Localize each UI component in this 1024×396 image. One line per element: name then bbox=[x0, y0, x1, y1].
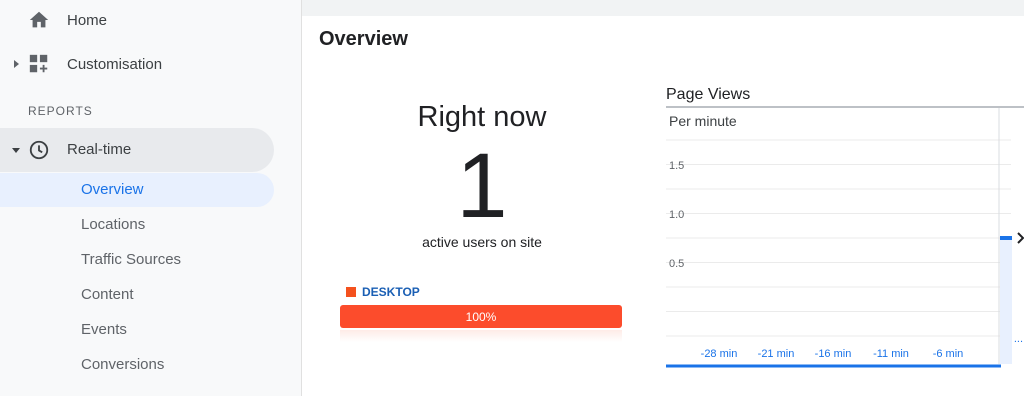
page-title: Overview bbox=[319, 28, 408, 50]
subnav-locations[interactable]: Locations bbox=[0, 208, 274, 242]
desktop-share-bar[interactable]: 100% bbox=[340, 305, 622, 328]
x-tick-label: -21 min bbox=[758, 348, 795, 360]
page-views-chart[interactable]: Per minute 1.5 1.0 0.5 -28 min -21 min -16 m… bbox=[666, 106, 1024, 368]
subnav-overview-label: Overview bbox=[81, 181, 144, 198]
bar-reflection bbox=[340, 330, 622, 342]
nav-customisation-label: Customisation bbox=[67, 55, 163, 73]
subnav-events-label: Events bbox=[81, 321, 127, 338]
device-legend-label: DESKTOP bbox=[362, 285, 420, 299]
x-tick-label: -16 min bbox=[815, 348, 852, 360]
desktop-swatch bbox=[346, 287, 356, 297]
home-icon bbox=[29, 11, 49, 28]
subnav-conversions[interactable]: Conversions bbox=[0, 348, 274, 382]
subnav-traffic-sources[interactable]: Traffic Sources bbox=[0, 243, 274, 277]
x-tick-label: -11 min bbox=[873, 348, 909, 360]
subnav-content-label: Content bbox=[81, 286, 134, 303]
chart-grid bbox=[666, 108, 1011, 364]
chart-bar-cap bbox=[1000, 236, 1012, 240]
subnav-locations-label: Locations bbox=[81, 216, 146, 233]
nav-home[interactable]: Home bbox=[0, 2, 300, 38]
subnav-events[interactable]: Events bbox=[0, 313, 274, 347]
page-views-title: Page Views bbox=[666, 86, 751, 103]
nav-realtime[interactable]: Real-time bbox=[0, 128, 274, 172]
chevron-right-icon[interactable] bbox=[1017, 232, 1024, 244]
active-users-caption: active users on site bbox=[422, 234, 542, 250]
dashboard-add-icon bbox=[29, 54, 48, 73]
chart-bar-fill[interactable] bbox=[1000, 238, 1012, 364]
nav-customisation[interactable]: Customisation bbox=[0, 46, 300, 82]
subnav-conversions-label: Conversions bbox=[81, 356, 165, 373]
chart-y-ticks: 1.5 1.0 0.5 bbox=[669, 160, 684, 270]
nav-home-label: Home bbox=[67, 11, 108, 29]
caret-right-icon[interactable] bbox=[11, 59, 21, 69]
subnav-traffic-sources-label: Traffic Sources bbox=[81, 251, 182, 268]
device-legend[interactable]: DESKTOP bbox=[346, 285, 420, 299]
chart-subtitle: Per minute bbox=[669, 113, 737, 129]
x-tick-label: -28 min bbox=[701, 348, 738, 360]
reports-section-title: REPORTS bbox=[28, 104, 93, 118]
y-tick-label: 1.5 bbox=[669, 160, 684, 172]
sidebar: Home Customisation REPORTS Real-time Ove… bbox=[0, 0, 302, 396]
active-users-count: 1 bbox=[456, 135, 508, 237]
chart-x-ticks: -28 min -21 min -16 min -11 min -6 min-1 ... bbox=[701, 333, 1023, 360]
subnav-overview[interactable]: Overview bbox=[0, 173, 274, 207]
y-tick-label: 0.5 bbox=[669, 258, 684, 270]
caret-down-icon[interactable] bbox=[11, 145, 21, 155]
chart-bars bbox=[1000, 236, 1012, 364]
desktop-share-label: 100% bbox=[465, 309, 497, 324]
clock-icon bbox=[29, 140, 49, 160]
main-panel: Overview Right now 1 active users on sit… bbox=[302, 16, 1024, 396]
x-tick-label: -6 min bbox=[933, 348, 964, 360]
y-tick-label: 1.0 bbox=[669, 209, 684, 221]
subnav-content[interactable]: Content bbox=[0, 278, 274, 312]
nav-realtime-label: Real-time bbox=[67, 141, 132, 158]
right-now-heading: Right now bbox=[417, 101, 547, 133]
